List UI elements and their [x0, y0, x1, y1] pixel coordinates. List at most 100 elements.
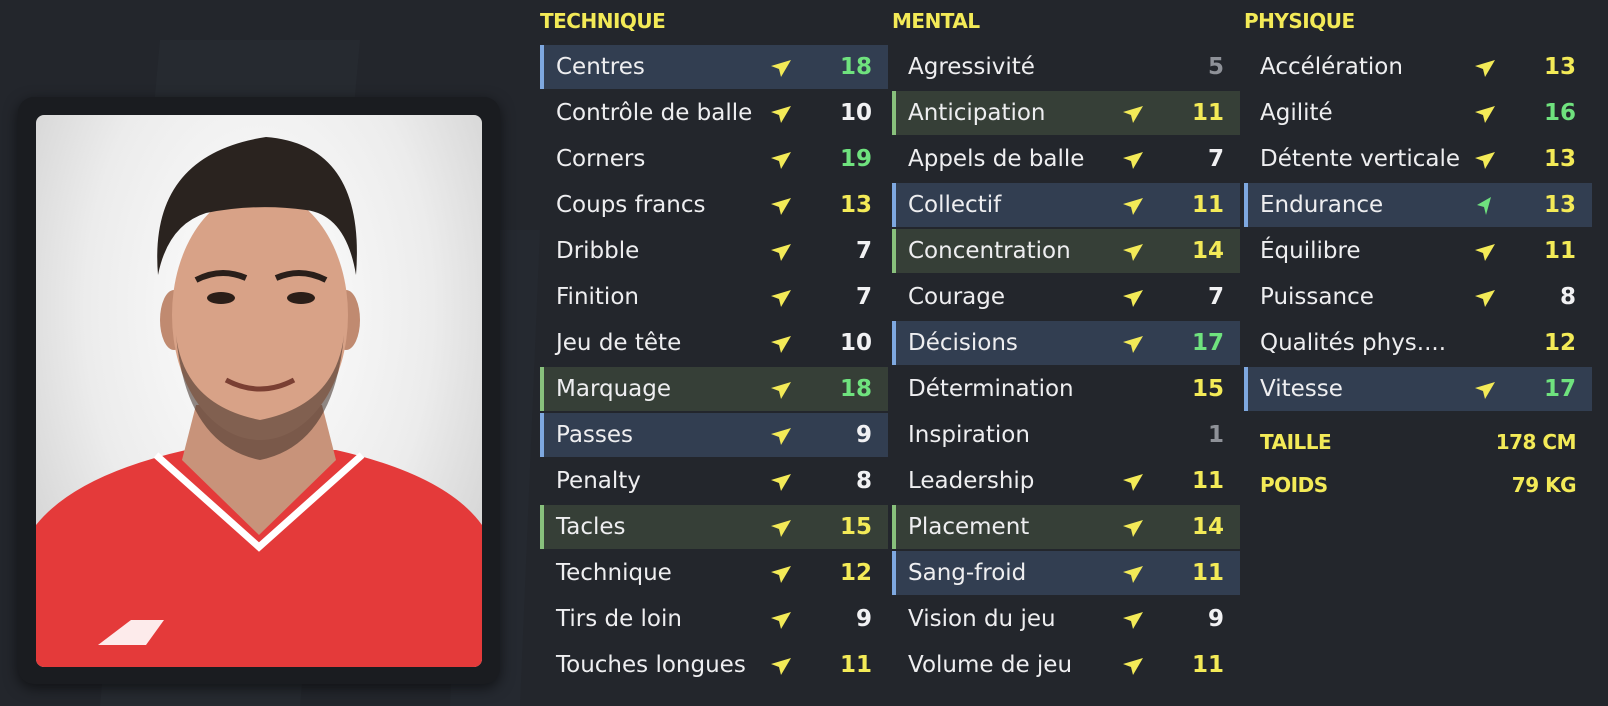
attribute-row[interactable]: Technique 12	[540, 551, 888, 595]
attribute-label: Inspiration	[908, 422, 1030, 448]
attribute-row[interactable]: Équilibre 11	[1244, 229, 1592, 273]
progress-arrow-icon	[1475, 152, 1495, 169]
attribute-row[interactable]: Contrôle de balle 10	[540, 91, 888, 135]
progress-arrow-icon	[1475, 60, 1495, 77]
attribute-label: Concentration	[908, 238, 1071, 264]
progress-arrow-icon	[1123, 198, 1143, 215]
attribute-row[interactable]: Placement 14	[892, 505, 1240, 549]
progress-arrow-icon	[771, 520, 791, 537]
progress-arrow-icon	[771, 428, 791, 445]
weight-row: POIDS 79 KG	[1244, 468, 1592, 502]
player-photo[interactable]	[36, 115, 482, 667]
attribute-row[interactable]: Détermination 15	[892, 367, 1240, 411]
attribute-row[interactable]: Agilité 16	[1244, 91, 1592, 135]
technique-rows: Centres 18 Contrôle de balle 10 Corners 19 Cou…	[540, 45, 888, 689]
attribute-row[interactable]: Finition 7	[540, 275, 888, 319]
attribute-value: 10	[839, 100, 872, 126]
attribute-row[interactable]: Marquage 18	[540, 367, 888, 411]
attribute-value: 13	[1543, 192, 1576, 218]
attribute-value: 7	[855, 238, 872, 264]
attribute-label: Marquage	[556, 376, 672, 402]
attribute-row[interactable]: Centres 18	[540, 45, 888, 89]
attribute-value: 12	[1543, 330, 1576, 356]
attribute-value: 1	[1207, 422, 1224, 448]
attribute-label: Détermination	[908, 376, 1074, 402]
progress-arrow-icon	[1123, 658, 1143, 675]
attribute-value: 9	[855, 422, 872, 448]
attribute-row[interactable]: Tirs de loin 9	[540, 597, 888, 641]
progress-arrow-icon	[1123, 520, 1143, 537]
attribute-row[interactable]: Endurance 13	[1244, 183, 1592, 227]
progress-arrow-icon	[771, 152, 791, 169]
attribute-value: 11	[1191, 100, 1224, 126]
attribute-label: Technique	[556, 560, 672, 586]
attribute-label: Penalty	[556, 468, 641, 494]
attribute-row[interactable]: Tacles 15	[540, 505, 888, 549]
progress-arrow-icon	[771, 612, 791, 629]
attribute-label: Puissance	[1260, 284, 1374, 310]
attribute-row[interactable]: Vitesse 17	[1244, 367, 1592, 411]
attribute-row[interactable]: Passes 9	[540, 413, 888, 457]
progress-arrow-icon	[771, 336, 791, 353]
attribute-label: Sang-froid	[908, 560, 1027, 586]
attribute-row[interactable]: Puissance 8	[1244, 275, 1592, 319]
height-value: 178 CM	[1495, 430, 1577, 454]
attribute-value: 13	[839, 192, 872, 218]
attribute-label: Détente verticale	[1260, 146, 1460, 172]
progress-arrow-icon	[1123, 152, 1143, 169]
progress-arrow-icon	[1477, 197, 1491, 215]
attribute-row[interactable]: Accélération 13	[1244, 45, 1592, 89]
attribute-value: 18	[839, 376, 872, 402]
progress-arrow-icon	[771, 244, 791, 261]
attribute-row[interactable]: Penalty 8	[540, 459, 888, 503]
attribute-label: Tacles	[556, 514, 626, 540]
attribute-label: Jeu de tête	[556, 330, 682, 356]
attribute-row[interactable]: Leadership 11	[892, 459, 1240, 503]
attribute-label: Endurance	[1260, 192, 1384, 218]
attribute-row[interactable]: Touches longues 11	[540, 643, 888, 687]
progress-arrow-icon	[1123, 566, 1143, 583]
attribute-row[interactable]: Coups francs 13	[540, 183, 888, 227]
attribute-row[interactable]: Agressivité 5	[892, 45, 1240, 89]
attribute-row[interactable]: Dribble 7	[540, 229, 888, 273]
mental-title: MENTAL	[892, 9, 980, 33]
attribute-row[interactable]: Qualités phys.... 12	[1244, 321, 1592, 365]
attribute-row[interactable]: Détente verticale 13	[1244, 137, 1592, 181]
player-photo-frame	[18, 97, 500, 684]
attribute-value: 11	[1191, 192, 1224, 218]
attribute-value: 11	[1543, 238, 1576, 264]
progress-arrow-icon	[771, 106, 791, 123]
attribute-label: Coups francs	[556, 192, 706, 218]
attribute-row[interactable]: Concentration 14	[892, 229, 1240, 273]
attribute-value: 11	[1191, 652, 1224, 678]
progress-arrow-icon	[771, 382, 791, 399]
progress-arrow-icon	[1123, 244, 1143, 261]
attribute-row[interactable]: Appels de balle 7	[892, 137, 1240, 181]
attribute-row[interactable]: Courage 7	[892, 275, 1240, 319]
attribute-row[interactable]: Jeu de tête 10	[540, 321, 888, 365]
attribute-label: Tirs de loin	[556, 606, 682, 632]
attribute-value: 17	[1191, 330, 1224, 356]
progress-arrow-icon	[1123, 612, 1143, 629]
physique-title: PHYSIQUE	[1244, 9, 1355, 33]
attribute-row[interactable]: Anticipation 11	[892, 91, 1240, 135]
attribute-row[interactable]: Corners 19	[540, 137, 888, 181]
mental-rows: Agressivité 5 Anticipation 11 Appels de ball…	[892, 45, 1240, 689]
attribute-label: Touches longues	[556, 652, 746, 678]
attribute-label: Appels de balle	[908, 146, 1085, 172]
attribute-value: 7	[1207, 284, 1224, 310]
attribute-row[interactable]: Inspiration 1	[892, 413, 1240, 457]
attribute-label: Équilibre	[1260, 238, 1361, 264]
attribute-row[interactable]: Volume de jeu 11	[892, 643, 1240, 687]
attribute-row[interactable]: Décisions 17	[892, 321, 1240, 365]
attribute-value: 5	[1207, 54, 1224, 80]
player-portrait-icon	[36, 137, 482, 667]
attribute-value: 11	[839, 652, 872, 678]
attribute-value: 8	[1559, 284, 1576, 310]
attribute-value: 9	[1207, 606, 1224, 632]
attribute-row[interactable]: Collectif 11	[892, 183, 1240, 227]
attribute-row[interactable]: Vision du jeu 9	[892, 597, 1240, 641]
attribute-value: 15	[839, 514, 872, 540]
attribute-row[interactable]: Sang-froid 11	[892, 551, 1240, 595]
attribute-value: 12	[839, 560, 872, 586]
